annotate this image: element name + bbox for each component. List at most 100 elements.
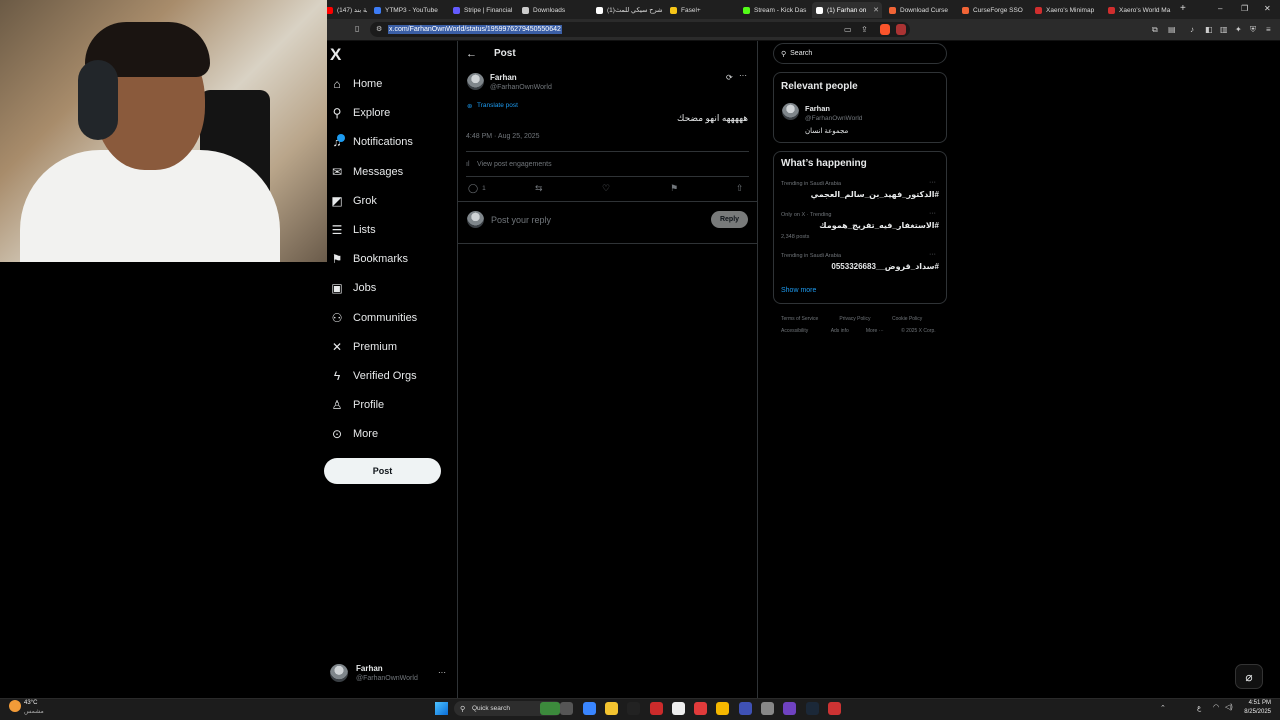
search-box[interactable]: ⚲ Search xyxy=(773,43,947,64)
relevant-avatar[interactable] xyxy=(782,103,799,120)
share-post-icon[interactable]: ⇧ xyxy=(736,183,744,194)
media-icon[interactable]: ♪ xyxy=(1190,25,1194,34)
weather-icon[interactable] xyxy=(9,700,21,712)
show-more-link[interactable]: Show more xyxy=(781,287,816,294)
footer-link[interactable]: Privacy Policy xyxy=(839,316,870,322)
translate-post-link[interactable]: Translate post xyxy=(477,102,518,109)
browser-tab[interactable]: Stream - Kick Das xyxy=(739,2,809,18)
wifi-icon[interactable]: ◠ xyxy=(1213,703,1219,711)
taskbar-brave-icon[interactable] xyxy=(649,702,663,715)
engagements-icon[interactable]: ıl xyxy=(466,161,470,168)
grok-float-icon[interactable]: ⌀ xyxy=(1235,664,1263,689)
leo-ai-icon[interactable]: ✦ xyxy=(1235,25,1242,34)
repost-icon[interactable]: ⇆ xyxy=(535,183,543,194)
weather-temp[interactable]: 43°C xyxy=(24,700,37,706)
sidebar-item-home[interactable]: ⌂ Home xyxy=(329,73,382,95)
sidebar-item-more[interactable]: ⊙ More xyxy=(329,423,378,445)
account-more-icon[interactable]: ··· xyxy=(438,668,446,677)
post-timestamp[interactable]: 4:48 PM · Aug 25, 2025 xyxy=(466,133,540,140)
browser-tab[interactable]: (1) Farhan on ✕ xyxy=(812,2,882,18)
browser-tab[interactable]: CurseForge SSO xyxy=(958,2,1028,18)
tab-label[interactable]: CurseForge SSO xyxy=(973,7,1023,14)
taskbar-discord-icon[interactable] xyxy=(783,702,797,715)
grok-explain-icon[interactable]: ⟳ xyxy=(726,73,733,82)
tab-label[interactable]: (1) Farhan on xyxy=(827,7,866,14)
taskbar-app-tray-icon[interactable] xyxy=(827,702,841,715)
browser-tab[interactable]: Download Curse xyxy=(885,2,955,18)
footer-link[interactable]: © 2025 X Corp. xyxy=(901,328,936,334)
trend-name[interactable]: #سداد_قروض__0553326683 xyxy=(781,262,939,271)
windows-start-icon[interactable] xyxy=(435,702,448,715)
bookmark-page-icon[interactable]: ▯ xyxy=(355,24,359,33)
trend-more-icon[interactable]: ··· xyxy=(929,251,936,258)
sidebar-item-premium[interactable]: ✕ Premium xyxy=(329,336,397,358)
browser-tab[interactable]: Fasel+ xyxy=(666,2,736,18)
extensions-icon[interactable]: ⧉ xyxy=(1152,25,1158,35)
reply-action[interactable]: ◯ 1 xyxy=(468,183,486,194)
browser-tab[interactable]: Stripe | Financial xyxy=(449,2,514,18)
post-button[interactable]: Post xyxy=(324,458,441,484)
trend-more-icon[interactable]: ··· xyxy=(929,210,936,217)
sidebar-toggle-icon[interactable]: ◧ xyxy=(1205,25,1213,34)
wallet-icon[interactable]: ▤ xyxy=(1168,25,1176,34)
taskbar-file-explorer-icon[interactable] xyxy=(604,702,618,715)
browser-tab[interactable]: Xaero's World Ma xyxy=(1104,2,1174,18)
sidebar-item-profile[interactable]: ♙ Profile xyxy=(329,394,385,416)
share-icon[interactable]: ⇪ xyxy=(861,25,868,34)
reply-icon[interactable]: ◯ xyxy=(468,183,478,194)
taskbar-task-view-icon[interactable] xyxy=(560,702,574,715)
like-icon[interactable]: ♡ xyxy=(602,183,610,194)
tab-label[interactable]: Download Curse xyxy=(900,7,948,14)
vpn-icon[interactable]: ⛨ xyxy=(1250,25,1256,35)
taskbar-app-blue-icon[interactable] xyxy=(738,702,752,715)
taskbar-app-red-icon[interactable] xyxy=(694,702,708,715)
volume-icon[interactable]: ◁) xyxy=(1225,703,1233,711)
browser-tab[interactable]: Xaero's Minimap xyxy=(1031,2,1101,18)
account-name[interactable]: Farhan xyxy=(356,664,383,673)
translate-icon[interactable]: ⊛ xyxy=(467,102,472,110)
sidebar-item-messages[interactable]: ✉ Messages xyxy=(329,161,403,183)
tab-label[interactable]: (1)شرح سيكي للمث xyxy=(607,6,662,14)
brave-rewards-icon[interactable] xyxy=(896,24,906,35)
footer-link[interactable]: More ··· xyxy=(866,328,884,334)
sidebar-item-explore[interactable]: ⚲ Explore xyxy=(329,102,391,124)
taskbar-settings-icon[interactable] xyxy=(671,702,685,715)
trend-meta[interactable]: Trending in Saudi Arabia xyxy=(781,253,841,259)
browser-tab[interactable]: YTMP3 - YouTube xyxy=(370,2,445,18)
reply-button[interactable]: Reply xyxy=(711,211,748,228)
tab-label[interactable]: Fasel+ xyxy=(681,7,701,14)
new-tab-button[interactable]: + xyxy=(1180,3,1186,14)
author-handle[interactable]: @FarhanOwnWorld xyxy=(490,84,552,91)
restore-button[interactable]: ❐ xyxy=(1241,4,1248,13)
reply-input[interactable]: Post your reply xyxy=(491,215,551,225)
account-handle[interactable]: @FarhanOwnWorld xyxy=(356,675,418,682)
footer-link[interactable]: Ads info xyxy=(831,328,849,334)
back-arrow-icon[interactable]: ← xyxy=(466,48,477,60)
url-field[interactable]: ⚙ x.com/FarhanOwnWorld/status/1959976279… xyxy=(370,22,910,37)
taskbar-terminal-icon[interactable] xyxy=(627,702,641,715)
footer-link[interactable]: Cookie Policy xyxy=(892,316,922,322)
taskbar-copilot-icon[interactable] xyxy=(582,702,596,715)
install-app-icon[interactable]: ▭ xyxy=(844,25,852,34)
author-avatar[interactable] xyxy=(467,73,484,90)
footer-link[interactable]: Accessibility xyxy=(781,328,808,334)
trend-meta[interactable]: Trending in Saudi Arabia xyxy=(781,181,841,187)
bookmark-icon[interactable]: ⚑ xyxy=(670,183,678,194)
trend-meta[interactable]: Only on X · Trending xyxy=(781,212,831,218)
relevant-handle[interactable]: @FarhanOwnWorld xyxy=(805,115,862,122)
quick-search-label[interactable]: Quick search xyxy=(472,705,510,712)
sidebar-item-communities[interactable]: ⚇ Communities xyxy=(329,307,418,329)
sidebar-item-jobs[interactable]: ▣ Jobs xyxy=(329,277,376,299)
footer-link[interactable]: Terms of Service xyxy=(781,316,818,322)
author-name[interactable]: Farhan xyxy=(490,73,517,82)
tab-label[interactable]: أغنية بند (147) xyxy=(337,6,367,14)
tab-label[interactable]: YTMP3 - YouTube xyxy=(385,7,438,14)
relevant-name[interactable]: Farhan xyxy=(805,104,830,113)
close-tab-icon[interactable]: ✕ xyxy=(873,6,882,14)
sidebar-item-grok[interactable]: ◩ Grok xyxy=(329,190,377,212)
weather-desc[interactable]: مشمس xyxy=(24,708,44,715)
taskbar-steam-icon[interactable] xyxy=(805,702,819,715)
browser-tab[interactable]: (1)شرح سيكي للمث xyxy=(592,2,662,18)
taskbar-widget-icon[interactable] xyxy=(540,702,560,715)
x-logo[interactable]: X xyxy=(330,45,341,65)
